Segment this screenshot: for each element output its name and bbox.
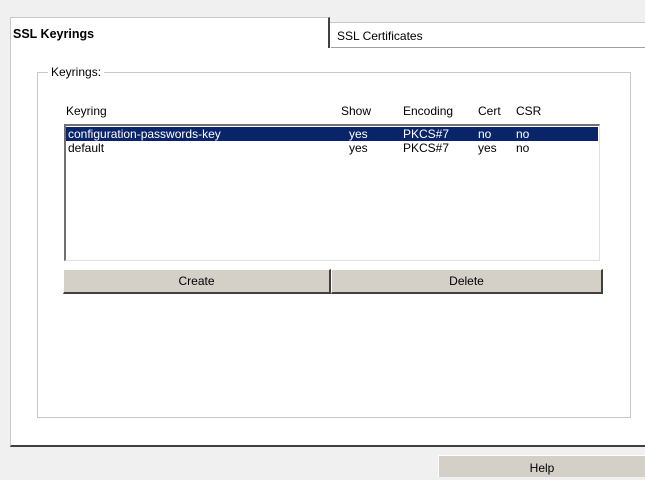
keyring-row-default[interactable]: default yes PKCS#7 yes no <box>66 141 598 155</box>
keyring-name: default <box>68 141 105 155</box>
keyring-encoding: PKCS#7 <box>403 141 450 155</box>
tab-ssl-keyrings[interactable]: SSL Keyrings <box>10 17 330 48</box>
column-header-show: Show <box>341 104 372 118</box>
column-header-keyring: Keyring <box>66 104 107 118</box>
keyring-cert: no <box>478 127 492 141</box>
keyring-name: configuration-passwords-key <box>68 127 221 141</box>
tab-divider <box>331 47 645 48</box>
help-button[interactable]: Help <box>438 455 645 477</box>
keyring-show: yes <box>349 127 368 141</box>
keyrings-panel: Keyrings: Keyring Show Encoding Cert CSR… <box>10 47 645 447</box>
create-button[interactable]: Create <box>63 269 331 294</box>
keyrings-listbox[interactable]: configuration-passwords-key yes PKCS#7 n… <box>64 124 600 261</box>
delete-button[interactable]: Delete <box>331 269 603 294</box>
keyring-row-configuration-passwords-key[interactable]: configuration-passwords-key yes PKCS#7 n… <box>66 127 598 141</box>
column-header-csr: CSR <box>516 104 542 118</box>
keyrings-group-label: Keyrings: <box>48 65 105 79</box>
keyring-csr: no <box>516 141 530 155</box>
keyring-csr: no <box>516 127 530 141</box>
keyring-encoding: PKCS#7 <box>403 127 450 141</box>
column-header-cert: Cert <box>478 104 501 118</box>
tab-ssl-certificates[interactable]: SSL Certificates <box>330 22 645 48</box>
column-header-encoding: Encoding <box>403 104 454 118</box>
keyring-cert: yes <box>478 141 497 155</box>
keyring-show: yes <box>349 141 368 155</box>
